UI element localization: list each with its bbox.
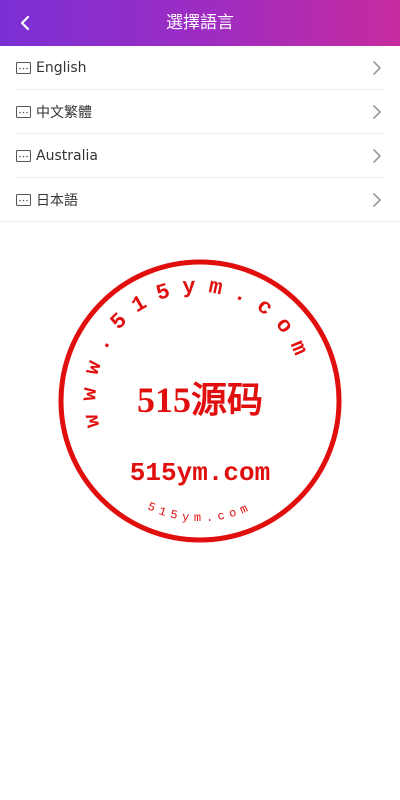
language-item-english[interactable]: English: [0, 46, 400, 90]
top-bar: 選擇語言: [0, 0, 400, 46]
language-label: 日本語: [36, 193, 78, 209]
page-title: 選擇語言: [166, 13, 234, 33]
stamp-bottom-arc-text: 515ym.com: [145, 500, 254, 526]
stamp-center-text: 515源码: [137, 380, 263, 420]
chevron-right-icon: [373, 105, 381, 119]
chevron-right-icon: [373, 61, 381, 75]
stamp-domain-text: 515ym.com: [130, 458, 270, 488]
language-item-traditional-chinese[interactable]: 中文繁體: [0, 90, 400, 134]
language-item-australia[interactable]: Australia: [0, 134, 400, 178]
document-icon: [16, 150, 31, 162]
language-list: English 中文繁體 Australia 日本語: [0, 46, 400, 222]
stamp-bottom-arc-path: 515ym.com: [145, 500, 249, 526]
language-label: Australia: [36, 148, 98, 164]
chevron-right-icon: [373, 193, 381, 207]
document-icon: [16, 194, 31, 206]
chevron-right-icon: [373, 149, 381, 163]
language-label: 中文繁體: [36, 105, 92, 121]
language-label: English: [36, 60, 87, 76]
language-item-japanese[interactable]: 日本語: [0, 178, 400, 222]
document-icon: [16, 62, 31, 74]
document-icon: [16, 106, 31, 118]
watermark-stamp: www.515ym.com 515源码 515ym.com 515ym.com: [58, 259, 342, 543]
